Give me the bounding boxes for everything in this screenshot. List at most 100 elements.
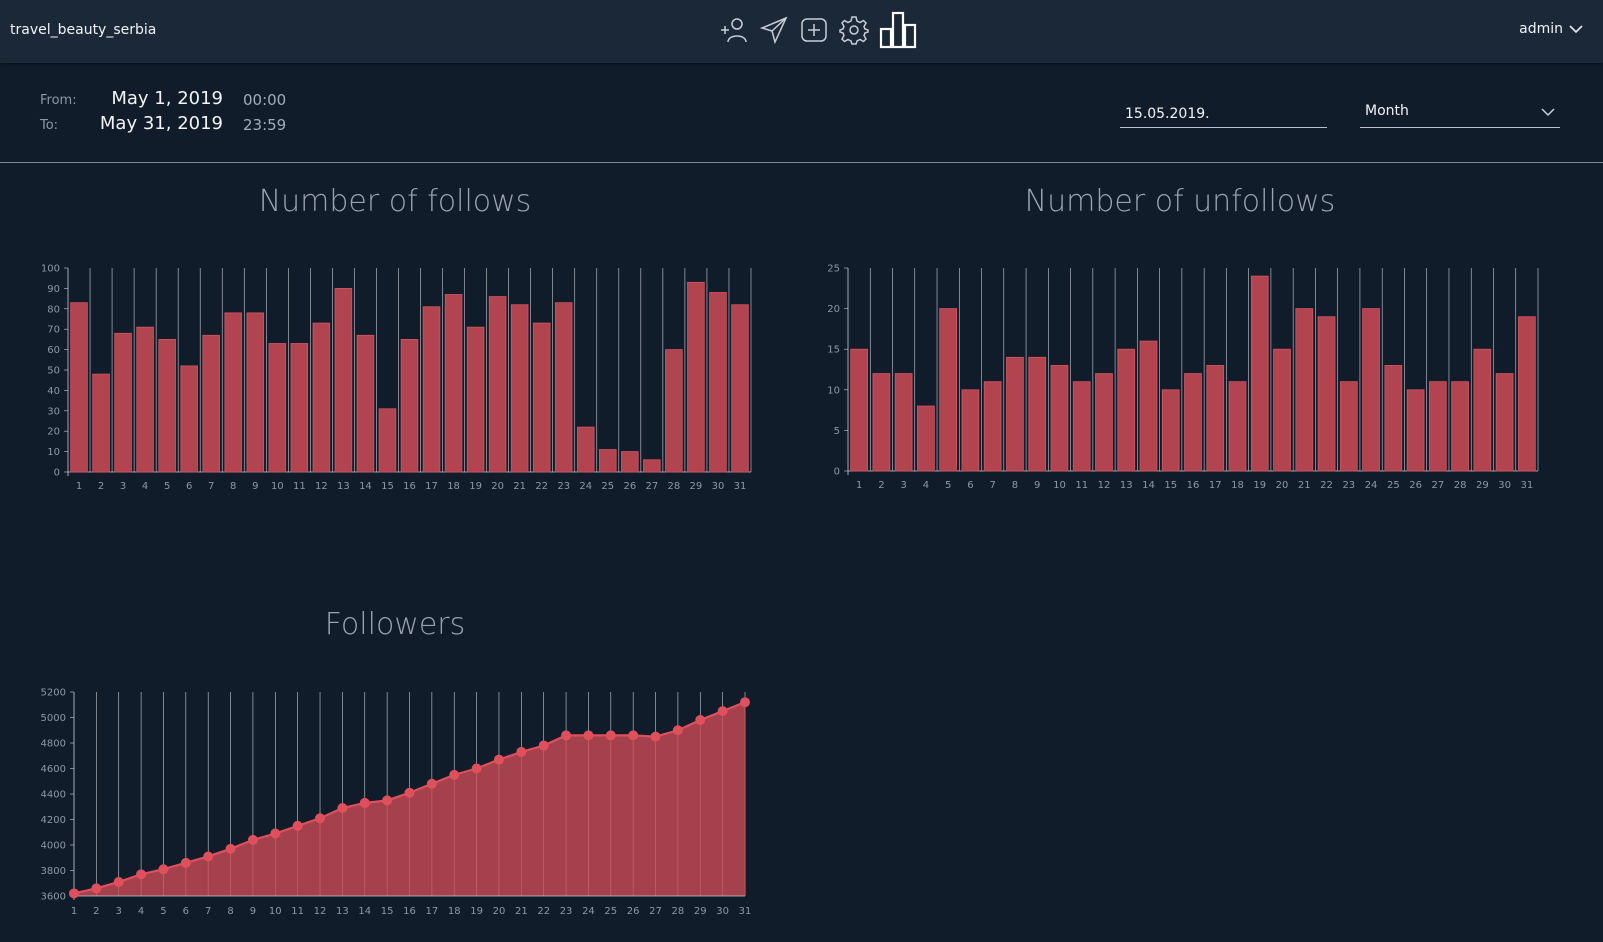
bar[interactable] bbox=[180, 365, 198, 473]
bar[interactable] bbox=[1451, 381, 1469, 472]
bar[interactable] bbox=[961, 389, 980, 472]
bar[interactable] bbox=[1095, 373, 1113, 472]
bar[interactable] bbox=[983, 381, 1002, 472]
bar[interactable] bbox=[114, 332, 132, 473]
data-point[interactable] bbox=[136, 869, 147, 880]
bar[interactable] bbox=[290, 343, 309, 473]
bar[interactable] bbox=[576, 426, 595, 473]
user-menu[interactable]: admin bbox=[1519, 21, 1583, 37]
data-point[interactable] bbox=[404, 787, 415, 798]
bar[interactable] bbox=[532, 322, 551, 473]
bar[interactable] bbox=[1317, 316, 1336, 472]
bar[interactable] bbox=[334, 288, 353, 473]
data-point[interactable] bbox=[158, 864, 169, 875]
bar[interactable] bbox=[444, 294, 463, 473]
data-point[interactable] bbox=[292, 820, 303, 831]
add-user-icon[interactable] bbox=[716, 10, 752, 50]
bar[interactable] bbox=[312, 322, 331, 473]
data-point[interactable] bbox=[449, 769, 460, 780]
bar[interactable] bbox=[202, 334, 220, 473]
data-point[interactable] bbox=[583, 730, 594, 741]
bar[interactable] bbox=[1295, 308, 1314, 472]
bar[interactable] bbox=[1206, 365, 1225, 472]
data-point[interactable] bbox=[628, 730, 639, 741]
data-point[interactable] bbox=[650, 731, 661, 742]
data-point[interactable] bbox=[247, 834, 258, 845]
period-select[interactable]: Month bbox=[1360, 100, 1560, 128]
bar[interactable] bbox=[1384, 365, 1403, 472]
bar[interactable] bbox=[850, 348, 868, 472]
date-input[interactable] bbox=[1120, 100, 1327, 128]
bar[interactable] bbox=[939, 308, 958, 472]
bar[interactable] bbox=[488, 296, 507, 473]
bar[interactable] bbox=[872, 373, 891, 472]
bar[interactable] bbox=[1495, 373, 1514, 472]
bar[interactable] bbox=[1139, 340, 1158, 472]
bar[interactable] bbox=[1473, 348, 1492, 472]
bar[interactable] bbox=[1273, 348, 1291, 472]
bar[interactable] bbox=[709, 292, 727, 473]
bar[interactable] bbox=[136, 326, 154, 473]
bar[interactable] bbox=[665, 349, 683, 473]
bar[interactable] bbox=[422, 306, 441, 473]
data-point[interactable] bbox=[695, 715, 706, 726]
data-point[interactable] bbox=[337, 803, 348, 814]
data-point[interactable] bbox=[359, 797, 370, 808]
bar[interactable] bbox=[1028, 356, 1047, 472]
data-point[interactable] bbox=[315, 813, 326, 824]
settings-icon[interactable] bbox=[836, 10, 872, 50]
bar[interactable] bbox=[917, 405, 935, 472]
data-point[interactable] bbox=[471, 763, 482, 774]
bar[interactable] bbox=[1250, 275, 1269, 472]
bar[interactable] bbox=[599, 449, 617, 473]
bar[interactable] bbox=[246, 312, 265, 473]
data-point[interactable] bbox=[605, 730, 616, 741]
data-point[interactable] bbox=[493, 754, 504, 765]
data-point[interactable] bbox=[561, 730, 572, 741]
data-point[interactable] bbox=[516, 746, 527, 757]
bar[interactable] bbox=[894, 373, 913, 472]
bar[interactable] bbox=[731, 304, 749, 473]
bar[interactable] bbox=[378, 408, 397, 473]
data-point[interactable] bbox=[740, 697, 750, 708]
bar[interactable] bbox=[643, 459, 661, 473]
bar[interactable] bbox=[1362, 308, 1380, 472]
bar[interactable] bbox=[1428, 381, 1447, 472]
bar[interactable] bbox=[1050, 365, 1069, 472]
bar[interactable] bbox=[1006, 356, 1024, 472]
add-post-icon[interactable] bbox=[796, 10, 832, 50]
data-point[interactable] bbox=[203, 851, 214, 862]
data-point[interactable] bbox=[270, 828, 281, 839]
send-icon[interactable] bbox=[756, 10, 792, 50]
bar[interactable] bbox=[1117, 348, 1136, 472]
bar[interactable] bbox=[158, 339, 176, 473]
bar[interactable] bbox=[224, 312, 243, 473]
bar[interactable] bbox=[92, 373, 110, 473]
bar[interactable] bbox=[400, 339, 419, 473]
bar[interactable] bbox=[70, 302, 88, 473]
bar[interactable] bbox=[621, 451, 639, 473]
data-point[interactable] bbox=[113, 876, 124, 887]
bar[interactable] bbox=[268, 343, 287, 473]
bar[interactable] bbox=[1518, 316, 1536, 472]
bar[interactable] bbox=[554, 302, 573, 473]
data-point[interactable] bbox=[426, 778, 437, 789]
bar[interactable] bbox=[1339, 381, 1358, 472]
statistics-icon[interactable] bbox=[878, 10, 918, 50]
bar[interactable] bbox=[466, 326, 485, 473]
data-point[interactable] bbox=[69, 888, 79, 899]
data-point[interactable] bbox=[382, 795, 393, 806]
bar[interactable] bbox=[1161, 389, 1180, 472]
data-point[interactable] bbox=[717, 706, 728, 717]
data-point[interactable] bbox=[672, 725, 683, 736]
bar[interactable] bbox=[510, 304, 529, 473]
bar[interactable] bbox=[1406, 389, 1425, 472]
bar[interactable] bbox=[356, 334, 375, 473]
data-point[interactable] bbox=[180, 857, 191, 868]
data-point[interactable] bbox=[225, 843, 236, 854]
data-point[interactable] bbox=[538, 740, 549, 751]
bar[interactable] bbox=[1184, 373, 1202, 472]
data-point[interactable] bbox=[91, 883, 102, 894]
bar[interactable] bbox=[1228, 381, 1247, 472]
bar[interactable] bbox=[1072, 381, 1091, 472]
